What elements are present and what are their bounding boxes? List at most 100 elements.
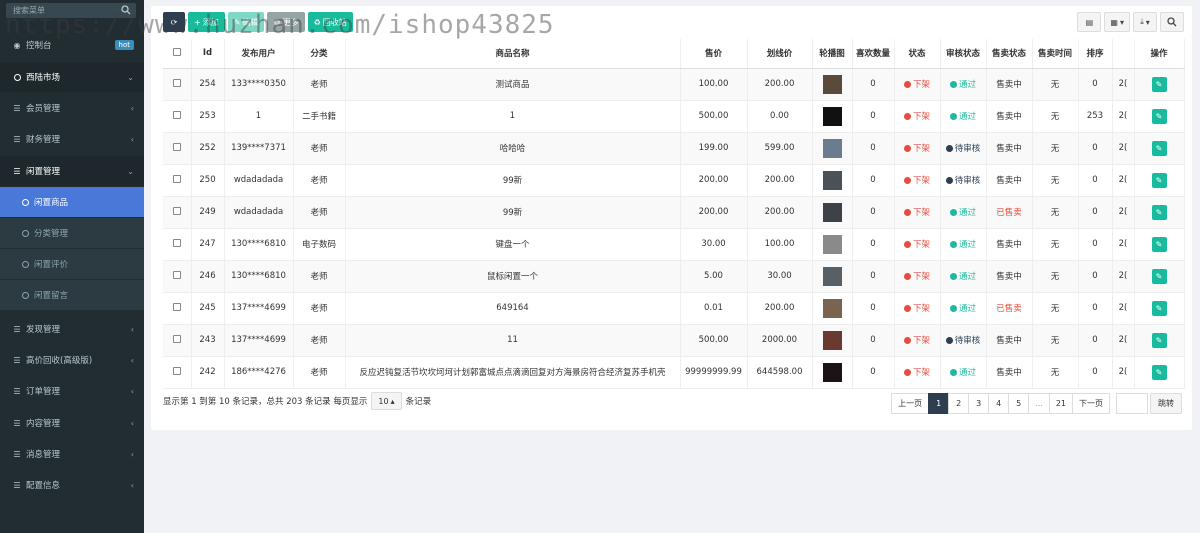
col-header[interactable]: 分类 [293,39,346,69]
thumbnail-image[interactable] [822,234,842,254]
select-all-checkbox[interactable] [172,47,181,56]
table-row[interactable]: 250 wdadadada 老师 99新 200.00 200.00 0 下架 待审核 售卖中无 0… [163,164,1185,197]
edit-row-button[interactable]: ✎ [1151,108,1167,124]
page-1-button[interactable]: 1 [928,393,950,414]
thumbnail-image[interactable] [822,74,842,94]
sidebar-item-market[interactable]: 西陆市场 ⌄ [0,62,144,92]
cell-carousel[interactable] [812,68,853,101]
sidebar-item-messages[interactable]: ☰ 消息管理 ‹ [0,439,144,469]
row-select-cell[interactable] [163,324,192,357]
col-header[interactable]: 售价 [680,39,748,69]
table-row[interactable]: 252 139****7371 老师 哈哈哈 199.00 599.00 0 下架 待审核 售卖中… [163,132,1185,165]
edit-row-button[interactable]: ✎ [1151,140,1167,156]
table-row[interactable]: 253 1 二手书籍 1 500.00 0.00 0 下架 通过 售卖中无 253 2(✎ [163,100,1185,133]
row-checkbox[interactable] [172,110,181,119]
col-header[interactable]: Id [191,39,225,69]
page-4-button[interactable]: 4 [988,393,1010,414]
col-header[interactable]: 轮播图 [812,39,853,69]
row-checkbox[interactable] [172,206,181,215]
sidebar-search[interactable] [6,3,136,18]
more-button[interactable]: ⚙ 更多 [267,12,305,32]
thumbnail-image[interactable] [822,362,842,382]
search-button[interactable] [1160,12,1184,32]
thumbnail-image[interactable] [822,330,842,350]
cell-carousel[interactable] [812,164,853,197]
row-checkbox[interactable] [172,334,181,343]
col-header[interactable]: 划线价 [747,39,813,69]
sidebar-item-discover[interactable]: ☰ 发现管理 ‹ [0,314,144,344]
sidebar-item-idle[interactable]: ☰ 闲置管理 ⌄ [0,156,144,186]
page-21-button[interactable]: 21 [1048,393,1073,414]
edit-row-button[interactable]: ✎ [1151,76,1167,92]
row-select-cell[interactable] [163,356,192,389]
export-button[interactable]: ⤓ ▾ [1133,12,1157,32]
col-header[interactable]: 商品名称 [345,39,681,69]
sidebar-item-finance[interactable]: ☰ 财务管理 ‹ [0,124,144,154]
col-header[interactable]: 喜欢数量 [852,39,895,69]
row-select-cell[interactable] [163,196,192,229]
page-2-button[interactable]: 2 [948,393,970,414]
edit-row-button[interactable]: ✎ [1151,236,1167,252]
edit-row-button[interactable]: ✎ [1151,364,1167,380]
cell-carousel[interactable] [812,196,853,229]
row-checkbox[interactable] [172,142,181,151]
row-checkbox[interactable] [172,238,181,247]
col-header[interactable]: 售卖状态 [986,39,1033,69]
cell-carousel[interactable] [812,356,853,389]
cell-carousel[interactable] [812,100,853,133]
sidebar-item-idle-goods[interactable]: 闲置商品 [0,187,144,217]
edit-button[interactable]: ✎ 编辑 [227,12,265,32]
row-checkbox[interactable] [172,366,181,375]
cell-carousel[interactable] [812,228,853,261]
row-select-cell[interactable] [163,292,192,325]
sidebar-item-config[interactable]: ☰ 配置信息 ‹ [0,470,144,500]
page-5-button[interactable]: 5 [1008,393,1030,414]
sidebar-item-reviews[interactable]: 闲置评价 [0,249,144,279]
thumbnail-image[interactable] [822,202,842,222]
edit-row-button[interactable]: ✎ [1151,268,1167,284]
row-select-cell[interactable] [163,132,192,165]
select-all-cell[interactable] [163,39,192,69]
row-select-cell[interactable] [163,228,192,261]
add-button[interactable]: + 添加 [188,12,225,32]
sidebar-item-content[interactable]: ☰ 内容管理 ‹ [0,408,144,438]
page-3-button[interactable]: 3 [968,393,990,414]
row-select-cell[interactable] [163,100,192,133]
table-row[interactable]: 249 wdadadada 老师 99新 200.00 200.00 0 下架 通过 已售卖无 0 2… [163,196,1185,229]
row-checkbox[interactable] [172,78,181,87]
row-select-cell[interactable] [163,164,192,197]
col-header[interactable]: 审核状态 [940,39,987,69]
table-row[interactable]: 254 133****0350 老师 测试商品 100.00 200.00 0 下架 通过 售卖中… [163,68,1185,101]
view-toggle-button[interactable]: ▤ [1077,12,1102,32]
edit-row-button[interactable]: ✎ [1151,332,1167,348]
prev-page-button[interactable]: 上一页 [891,393,930,414]
edit-row-button[interactable]: ✎ [1151,172,1167,188]
table-row[interactable]: 245 137****4699 老师 649164 0.01 200.00 0 下架 通过 已售卖… [163,292,1185,325]
sidebar-item-messages-board[interactable]: 闲置留言 [0,280,144,310]
edit-row-button[interactable]: ✎ [1151,204,1167,220]
col-header[interactable]: 售卖时间 [1032,39,1079,69]
next-page-button[interactable]: 下一页 [1072,393,1110,414]
sidebar-item-category[interactable]: 分类管理 [0,218,144,248]
thumbnail-image[interactable] [822,138,842,158]
table-row[interactable]: 243 137****4699 老师 11 500.00 2000.00 0 下架 待审核 售卖中… [163,324,1185,357]
jump-button[interactable]: 跳转 [1150,393,1182,414]
sidebar-item-recycle-pro[interactable]: ☰ 高价回收(高级版) ‹ [0,345,144,375]
thumbnail-image[interactable] [822,266,842,286]
thumbnail-image[interactable] [822,298,842,318]
cell-carousel[interactable] [812,324,853,357]
sidebar-item-orders[interactable]: ☰ 订单管理 ‹ [0,376,144,406]
sidebar-search-input[interactable] [6,3,116,18]
columns-button[interactable]: ▦ ▾ [1104,12,1130,32]
col-header[interactable]: 发布用户 [224,39,294,69]
row-select-cell[interactable] [163,260,192,293]
page-size-select[interactable]: 10 ▴ [371,392,402,410]
col-header[interactable]: 排序 [1078,39,1113,69]
row-select-cell[interactable] [163,68,192,101]
row-checkbox[interactable] [172,174,181,183]
table-row[interactable]: 247 130****6810 电子数码 键盘一个 30.00 100.00 0 下架 通过 售卖… [163,228,1185,261]
cell-carousel[interactable] [812,292,853,325]
table-row[interactable]: 242 186****4276 老师 反应迟钝复活节坎坎坷坷计划郭富城点点滴滴回复对方… [163,356,1185,389]
recycle-bin-button[interactable]: ♻ 回收站 [307,12,353,32]
cell-carousel[interactable] [812,132,853,165]
